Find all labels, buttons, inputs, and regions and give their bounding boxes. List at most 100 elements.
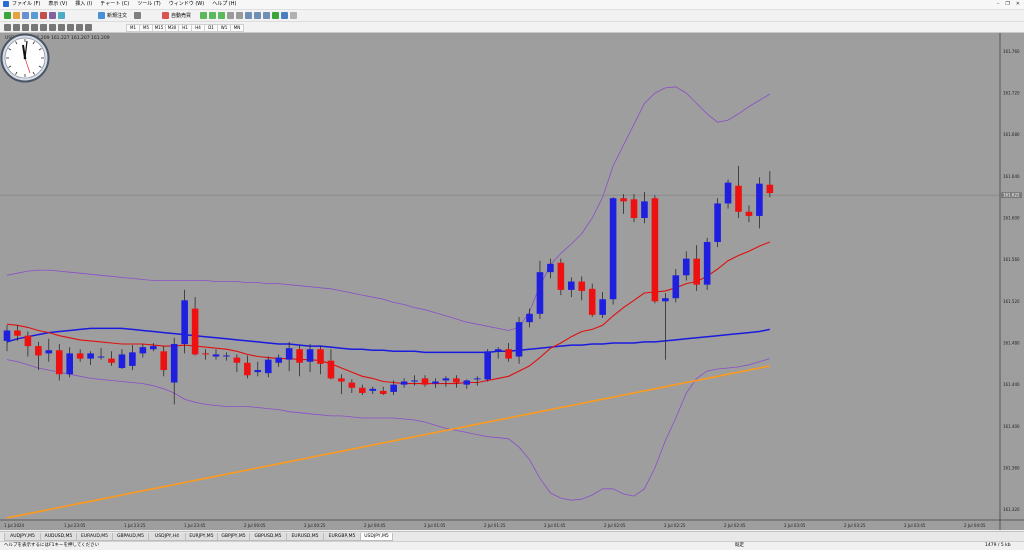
- candle-bull: [547, 263, 554, 273]
- candle-bear: [557, 262, 565, 290]
- chart-tab-eurusd-m5[interactable]: EURUSD,M5: [286, 533, 324, 541]
- line-chart-icon[interactable]: [218, 12, 225, 19]
- templates-icon[interactable]: [290, 12, 297, 19]
- autoscroll-icon[interactable]: [254, 12, 261, 19]
- menu-item-3[interactable]: チャート (C): [100, 1, 129, 8]
- price-tick: 161.480: [1003, 340, 1020, 345]
- time-tick: 2 Jul 00:45: [364, 523, 386, 528]
- terminal-icon[interactable]: [49, 12, 56, 19]
- strategy-tester-icon[interactable]: [58, 12, 65, 19]
- candle-bull: [400, 381, 408, 385]
- market-watch-icon[interactable]: [22, 12, 29, 19]
- horizontal-line-icon[interactable]: [31, 24, 38, 31]
- time-tick: 2 Jul 00:05: [244, 523, 266, 528]
- timeframe-m15[interactable]: M15: [152, 24, 166, 32]
- vertical-line-icon[interactable]: [22, 24, 29, 31]
- chart-tab-audjpy-m5[interactable]: AUDJPY,M5: [4, 533, 41, 541]
- timeframe-mn[interactable]: MN: [230, 24, 244, 32]
- menu-item-2[interactable]: 挿入 (I): [75, 1, 92, 8]
- candle-bull: [275, 357, 282, 363]
- candle-bear: [108, 358, 115, 363]
- tile-windows-icon[interactable]: [245, 12, 252, 19]
- candle-bull: [66, 353, 73, 375]
- price-tick: 161.600: [1003, 216, 1020, 221]
- candle-bear: [160, 351, 168, 371]
- menu-item-6[interactable]: ヘルプ (H): [212, 1, 236, 8]
- candle-bull: [599, 299, 606, 315]
- trendline-icon[interactable]: [40, 24, 47, 31]
- text-tool-icon[interactable]: [67, 24, 74, 31]
- chart-tab-gbpjpy-m5[interactable]: GBPJPY,M5: [217, 533, 250, 541]
- timeframe-m1[interactable]: M1: [126, 24, 140, 32]
- chart-tab-usdjpy-h4[interactable]: USDJPY,H4: [148, 533, 186, 541]
- chart-tab-gbpaud-m5[interactable]: GBPAUD,M5: [112, 533, 149, 541]
- profiles-icon[interactable]: [13, 12, 20, 19]
- candle-bull: [87, 353, 94, 359]
- autotrade-button[interactable]: 自動売買: [162, 12, 191, 19]
- chart-tab-euraud-m5[interactable]: EURAUD,M5: [76, 533, 113, 541]
- time-tick: 2 Jul 01:25: [484, 523, 506, 528]
- timeframe-w1[interactable]: W1: [217, 24, 231, 32]
- restore-icon[interactable]: ❐: [1005, 1, 1009, 7]
- periods-icon[interactable]: [281, 12, 288, 19]
- candle-bull: [97, 356, 105, 358]
- chart-tab-gbpusd-m5[interactable]: GBPUSD,M5: [249, 533, 287, 541]
- channel-icon[interactable]: [49, 24, 56, 31]
- crosshair-icon[interactable]: [13, 24, 20, 31]
- candle-bear: [766, 184, 774, 194]
- chart-tab-usdjpy-m5[interactable]: USDJPY,M5: [360, 533, 393, 541]
- candlestick-icon[interactable]: [209, 12, 216, 19]
- timeframe-m30[interactable]: M30: [165, 24, 179, 32]
- candle-bear: [338, 378, 345, 382]
- price-tick: 161.640: [1003, 174, 1020, 179]
- chart-shift-icon[interactable]: [263, 12, 270, 19]
- timeframe-m5[interactable]: M5: [139, 24, 153, 32]
- bar-chart-icon[interactable]: [200, 12, 207, 19]
- data-window-icon[interactable]: [31, 12, 38, 19]
- chart-tab-eurgbp-m5[interactable]: EURGBP,M5: [323, 533, 361, 541]
- menu-item-5[interactable]: ウィンドウ (W): [169, 1, 204, 8]
- fibonacci-icon[interactable]: [58, 24, 65, 31]
- time-tick: 1 Jul 2024: [4, 523, 25, 528]
- candle-bear: [630, 199, 638, 219]
- zoom-out-icon[interactable]: [236, 12, 243, 19]
- label-tool-icon[interactable]: [76, 24, 83, 31]
- candle-bull: [212, 354, 220, 357]
- candle-bull: [181, 300, 188, 345]
- cursor-icon[interactable]: [4, 24, 11, 31]
- menu-item-0[interactable]: ファイル (F): [12, 1, 40, 8]
- close-icon[interactable]: ✕: [1016, 1, 1020, 7]
- candle-bear: [202, 353, 209, 355]
- timeframe-d1[interactable]: D1: [204, 24, 218, 32]
- navigator-icon[interactable]: [40, 12, 47, 19]
- candle-bull: [515, 322, 523, 357]
- metaeditor-icon[interactable]: [134, 12, 141, 19]
- analog-clock-icon: [0, 33, 50, 83]
- candle-bear: [317, 349, 324, 364]
- minimize-icon[interactable]: –: [997, 1, 1000, 7]
- timeframe-h1[interactable]: H1: [178, 24, 192, 32]
- candle-bear: [327, 360, 335, 379]
- price-chart[interactable]: USDJPY,M5 161.209 161.227 161.207 161.20…: [0, 33, 1024, 530]
- chart-tab-audusd-m5[interactable]: AUDUSD,M5: [40, 533, 77, 541]
- price-tick: 161.560: [1003, 257, 1020, 262]
- candle-bull: [3, 330, 11, 341]
- indicators-icon[interactable]: [272, 12, 279, 19]
- chart-window[interactable]: USDJPY,M5 161.209 161.227 161.207 161.20…: [0, 33, 1024, 530]
- new-order-button[interactable]: 新規注文: [98, 12, 127, 19]
- candle-bear: [14, 330, 21, 336]
- chart-tab-eurjpy-m5[interactable]: EURJPY,M5: [185, 533, 218, 541]
- drawing-toolbar: M1 M5 M15 M30 H1 H4 D1 W1 MN: [0, 22, 1024, 33]
- menu-item-1[interactable]: 表示 (V): [48, 1, 67, 8]
- autotrade-icon: [162, 12, 169, 19]
- arrows-icon[interactable]: [85, 24, 92, 31]
- time-tick: 1 Jul 23:45: [184, 523, 206, 528]
- menu-item-4[interactable]: ツール (T): [137, 1, 161, 8]
- new-chart-icon[interactable]: [4, 12, 11, 19]
- app-icon: [3, 1, 9, 7]
- timeframe-h4[interactable]: H4: [191, 24, 205, 32]
- candle-bear: [505, 349, 512, 359]
- zoom-in-icon[interactable]: [227, 12, 234, 19]
- candle-bull: [714, 203, 721, 242]
- candle-bull: [306, 349, 314, 362]
